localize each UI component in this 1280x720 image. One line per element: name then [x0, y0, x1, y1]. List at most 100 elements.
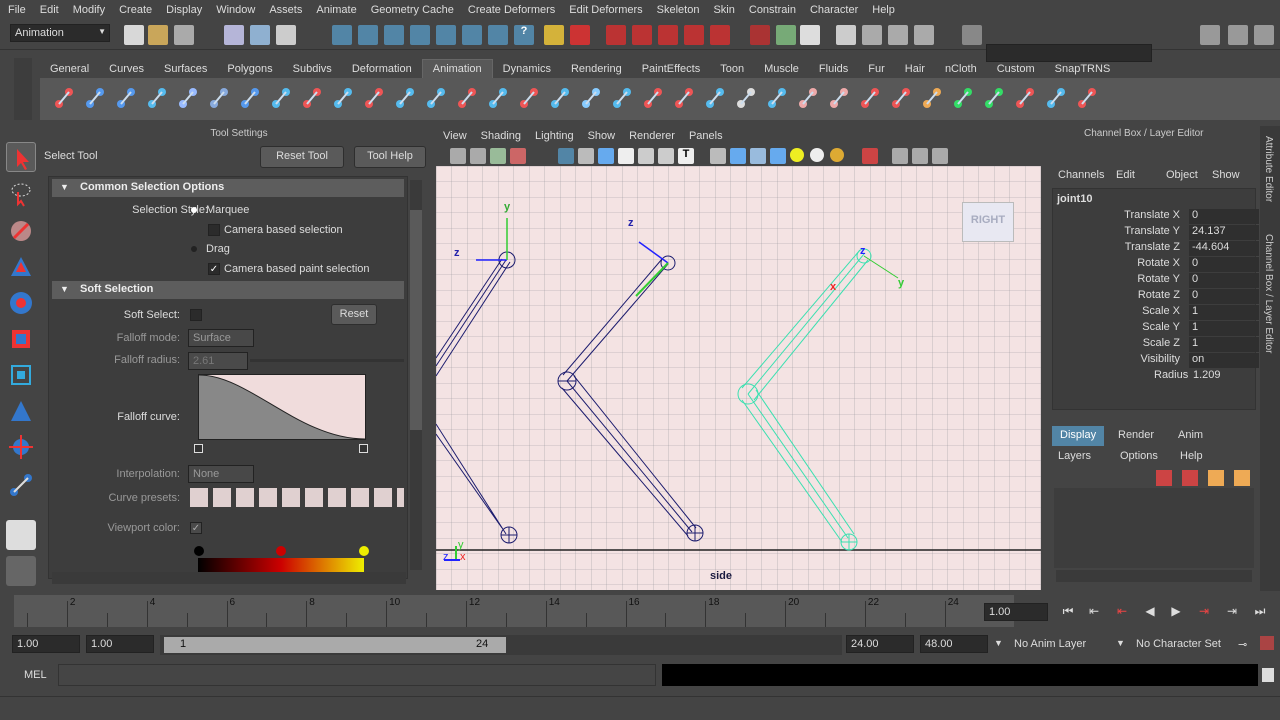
menu-file[interactable]: File: [0, 4, 32, 16]
shelf-tab-polygons[interactable]: Polygons: [217, 60, 282, 78]
joint-tool-icon[interactable]: [6, 432, 36, 462]
layer-menu-options[interactable]: Options: [1120, 450, 1158, 462]
grid-icon[interactable]: [558, 148, 574, 164]
layer-tab-render[interactable]: Render: [1110, 426, 1166, 446]
menu-edit-deformers[interactable]: Edit Deformers: [561, 4, 648, 16]
select-object-icon[interactable]: [250, 25, 270, 45]
falloff-radius-slider[interactable]: [250, 359, 404, 362]
step-back-frame-icon[interactable]: ⇤: [1112, 604, 1132, 622]
smooth-shade-icon[interactable]: [730, 148, 746, 164]
construction-history-icon[interactable]: [606, 25, 626, 45]
shelf-tool-4-icon[interactable]: [145, 84, 169, 112]
playback-start-field[interactable]: 1.00: [86, 635, 154, 653]
save-scene-icon[interactable]: [174, 25, 194, 45]
snap-joint-icon[interactable]: [358, 25, 378, 45]
layer-hscroll[interactable]: [1056, 570, 1252, 582]
channel-row[interactable]: Scale X 1: [1053, 305, 1259, 321]
render-frame-icon[interactable]: [632, 25, 652, 45]
shelf-tool-26-icon[interactable]: [827, 84, 851, 112]
curve-presets-row[interactable]: [190, 488, 404, 507]
gate-mask-icon[interactable]: [618, 148, 634, 164]
script-editor-icon[interactable]: [836, 25, 856, 45]
shelf-tool-19-icon[interactable]: [610, 84, 634, 112]
menu-modify[interactable]: Modify: [65, 4, 111, 16]
shelf-tool-22-icon[interactable]: [703, 84, 727, 112]
hypershade-icon[interactable]: [710, 25, 730, 45]
resolution-gate-icon[interactable]: [598, 148, 614, 164]
channel-value[interactable]: 1: [1189, 305, 1259, 320]
key-icon[interactable]: ⊸: [1238, 638, 1247, 651]
shelf-tab-surfaces[interactable]: Surfaces: [154, 60, 217, 78]
image-plane-icon[interactable]: [510, 148, 526, 164]
shelf-tab-curves[interactable]: Curves: [99, 60, 154, 78]
chevron-down-icon[interactable]: ▼: [994, 638, 1003, 648]
playback-end-field[interactable]: 24.00: [846, 635, 914, 653]
render-settings-icon[interactable]: [684, 25, 704, 45]
command-language-label[interactable]: MEL: [24, 669, 47, 681]
panel-layout-icon[interactable]: [1200, 25, 1220, 45]
paint-select-icon[interactable]: [6, 216, 36, 246]
animation-start-field[interactable]: 1.00: [12, 635, 80, 653]
character-set-menu[interactable]: No Character Set: [1136, 638, 1221, 650]
goto-end-icon[interactable]: ⏭: [1250, 604, 1270, 622]
channel-value[interactable]: -44.604: [1189, 241, 1259, 256]
channel-row[interactable]: Rotate Y 0: [1053, 273, 1259, 289]
command-input[interactable]: [58, 664, 656, 686]
menu-constrain[interactable]: Constrain: [741, 4, 802, 16]
search-icon[interactable]: [962, 25, 982, 45]
viewport-color-ramp[interactable]: [198, 558, 364, 572]
channel-row[interactable]: Translate Y 24.137: [1053, 225, 1259, 241]
snap-view-icon[interactable]: [488, 25, 508, 45]
menu-help[interactable]: Help: [864, 4, 901, 16]
layout3-icon[interactable]: [914, 25, 934, 45]
channel-radius[interactable]: Radius 1.209: [1053, 369, 1253, 385]
snap-surface-icon[interactable]: [462, 25, 482, 45]
lock-icon[interactable]: [544, 25, 564, 45]
shelf-tab-muscle[interactable]: Muscle: [754, 60, 809, 78]
snap-curve-icon[interactable]: [384, 25, 404, 45]
wire-on-shaded-icon[interactable]: [750, 148, 766, 164]
new-scene-icon[interactable]: [124, 25, 144, 45]
new-layer-icon[interactable]: [1156, 470, 1172, 486]
camera-select-icon[interactable]: [450, 148, 466, 164]
shelf-tab-fur[interactable]: Fur: [858, 60, 895, 78]
shelf-tab-snaptrns[interactable]: SnapTRNS: [1045, 60, 1121, 78]
interpolation-dropdown[interactable]: None: [188, 465, 254, 483]
shelf-tool-30-icon[interactable]: [951, 84, 975, 112]
history-icon[interactable]: [570, 25, 590, 45]
channel-value[interactable]: 0: [1189, 273, 1259, 288]
shelf-tool-18-icon[interactable]: [579, 84, 603, 112]
channel-row[interactable]: Scale Y 1: [1053, 321, 1259, 337]
select-hierarchy-icon[interactable]: [224, 25, 244, 45]
radius-value[interactable]: 1.209: [1193, 369, 1221, 381]
curve-key-left[interactable]: [194, 444, 203, 453]
shelf-tool-15-icon[interactable]: [486, 84, 510, 112]
anim-layer-menu[interactable]: No Anim Layer: [1014, 638, 1086, 650]
panel-layout2-icon[interactable]: [1228, 25, 1248, 45]
menu-character[interactable]: Character: [802, 4, 864, 16]
menu-skin[interactable]: Skin: [705, 4, 740, 16]
viewport-menu-show[interactable]: Show: [581, 130, 623, 142]
viewport-menu-renderer[interactable]: Renderer: [622, 130, 682, 142]
xray-joints-icon[interactable]: [912, 148, 928, 164]
isolate-icon[interactable]: [862, 148, 878, 164]
soft-selection-section[interactable]: Soft Selection: [52, 281, 404, 299]
play-forward-icon[interactable]: ▶: [1166, 604, 1186, 622]
sidebar-toggle-icon[interactable]: [800, 25, 820, 45]
falloff-curve-graph[interactable]: [198, 374, 366, 440]
channel-box-tab[interactable]: Channel Box / Layer Editor: [1263, 234, 1274, 354]
channel-row[interactable]: Scale Z 1: [1053, 337, 1259, 353]
shelf-tool-16-icon[interactable]: [517, 84, 541, 112]
shelf-tool-23-icon[interactable]: [734, 84, 758, 112]
layer-menu-layers[interactable]: Layers: [1058, 450, 1091, 462]
layer-tab-display[interactable]: Display: [1052, 426, 1104, 446]
script-editor-icon[interactable]: [1262, 668, 1274, 682]
shelf-tool-1-icon[interactable]: [52, 84, 76, 112]
channel-value[interactable]: on: [1189, 353, 1259, 368]
shadows-icon[interactable]: [830, 148, 844, 162]
channel-menu-channels[interactable]: Channels: [1058, 169, 1104, 181]
shelf-tool-9-icon[interactable]: [300, 84, 324, 112]
input-ops-icon[interactable]: [750, 25, 770, 45]
tool-help-button[interactable]: Tool Help: [354, 146, 426, 168]
snap-point-icon[interactable]: [436, 25, 456, 45]
